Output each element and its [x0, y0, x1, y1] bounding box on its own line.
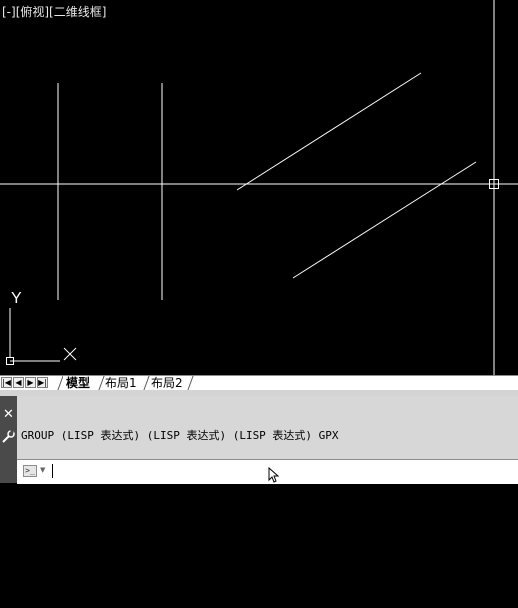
diagonal-line-2: [292, 161, 477, 279]
next-tab-button[interactable]: ▶: [25, 377, 36, 388]
wrench-icon[interactable]: [2, 430, 15, 443]
tab-model[interactable]: 模型: [63, 376, 94, 390]
mouse-pointer-icon: [268, 467, 280, 483]
close-icon[interactable]: ✕: [3, 408, 14, 421]
layout-tab-bar: |◀ ◀ ▶ ▶| 模型 布局1 布局2: [0, 375, 518, 390]
tab-separator: [187, 376, 194, 390]
last-tab-button[interactable]: ▶|: [37, 377, 48, 388]
prev-tab-button[interactable]: ◀: [13, 377, 24, 388]
command-history-line: 命令: R REDRAW: [21, 564, 110, 577]
viewport-controls-label[interactable]: [-][俯视][二维线框]: [2, 4, 106, 20]
ucs-icon: [6, 308, 77, 365]
chevron-down-icon[interactable]: ▼: [40, 466, 45, 474]
drawing-geometry: [0, 0, 518, 375]
command-window: ✕ GROUP (LISP 表达式) (LISP 表达式) (LISP 表达式)…: [0, 396, 518, 577]
tab-layout2[interactable]: 布局2: [148, 376, 186, 390]
tab-layout1[interactable]: 布局1: [102, 376, 140, 390]
command-history: GROUP (LISP 表达式) (LISP 表达式) (LISP 表达式) G…: [21, 398, 339, 608]
command-history-line: 命令: R REDRAW: [21, 519, 110, 532]
model-space-canvas[interactable]: [-][俯视][二维线框] Y: [0, 0, 518, 375]
ucs-y-axis-label: Y: [11, 290, 22, 307]
first-tab-button[interactable]: |◀: [1, 377, 12, 388]
text-caret: [52, 464, 53, 478]
command-history-line: GROUP (LISP 表达式) (LISP 表达式) (LISP 表达式) G…: [21, 429, 339, 442]
command-window-sidebar: ✕: [0, 396, 17, 483]
diagonal-line-1: [236, 72, 422, 191]
command-prompt-icon[interactable]: >_: [23, 465, 37, 477]
